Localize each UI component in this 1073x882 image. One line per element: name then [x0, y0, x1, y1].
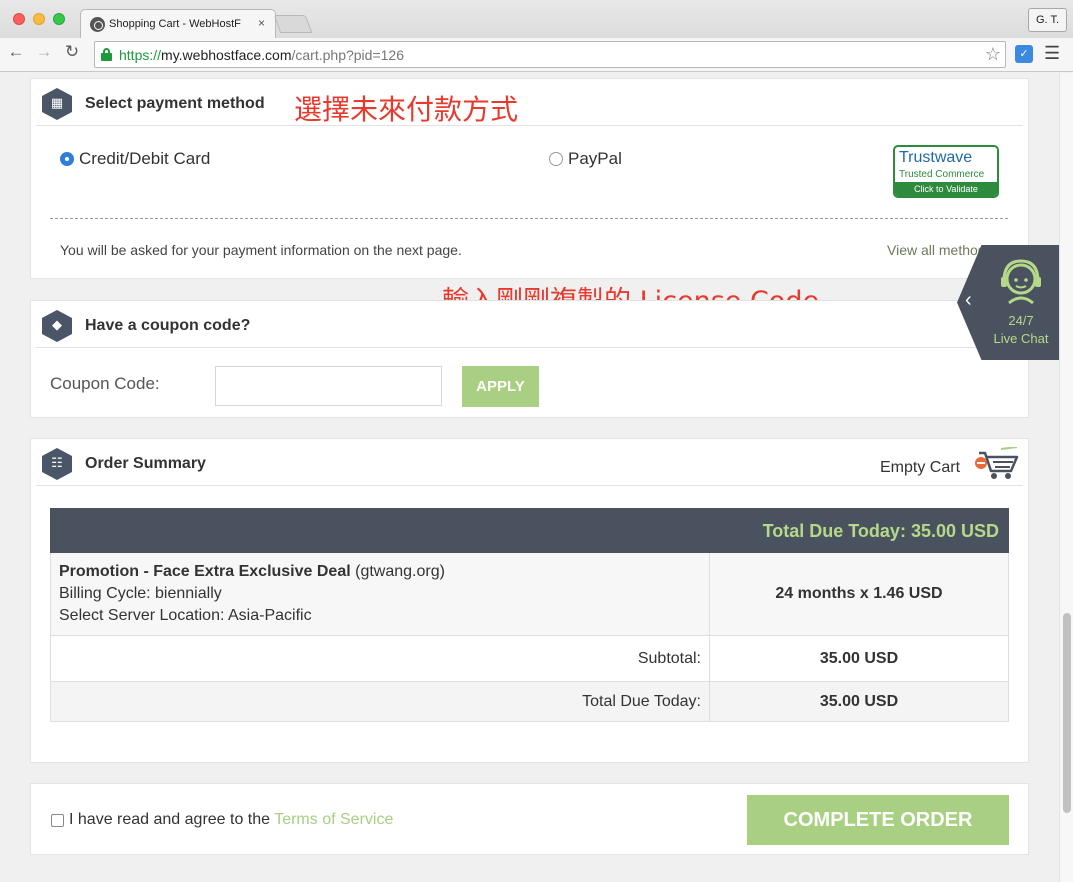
scrollbar-thumb[interactable]	[1063, 613, 1071, 813]
tos-text: I have read and agree to the Terms of Se…	[69, 811, 394, 828]
trustwave-badge[interactable]: Trustwave Trusted Commerce Click to Vali…	[893, 145, 999, 198]
empty-cart-link[interactable]: Empty Cart	[880, 459, 960, 477]
trustwave-subtitle: Trusted Commerce	[899, 169, 985, 180]
page-scrollbar[interactable]	[1059, 73, 1073, 882]
back-icon[interactable]: ←	[6, 42, 26, 62]
lock-icon	[101, 48, 112, 61]
view-all-methods-link[interactable]: View all method	[887, 242, 986, 258]
complete-order-button[interactable]: COMPLETE ORDER	[747, 795, 1009, 845]
tab-close-icon[interactable]: ×	[258, 16, 265, 30]
minimize-window-button[interactable]	[33, 13, 45, 25]
item-billing-cycle: Billing Cycle: biennially	[59, 585, 222, 602]
order-summary-header: ☷ Order Summary Empty Cart	[36, 439, 1023, 486]
live-chat-label: Live Chat	[993, 331, 1049, 346]
url-text[interactable]: https://my.webhostface.com/cart.php?pid=…	[119, 47, 404, 63]
payment-note: You will be asked for your payment infor…	[60, 242, 462, 258]
new-tab-button[interactable]	[273, 15, 313, 33]
table-row: Total Due Today: 35.00 USD	[50, 682, 1009, 722]
tos-link[interactable]: Terms of Service	[274, 811, 393, 828]
cart-hex-icon: ☷	[42, 448, 72, 480]
item-description-cell: Promotion - Face Extra Exclusive Deal (g…	[51, 553, 710, 635]
total-due-label: Total Due Today:	[582, 693, 701, 710]
credit-card-label[interactable]: Credit/Debit Card	[79, 149, 210, 169]
empty-cart-icon[interactable]	[971, 447, 1019, 481]
complete-order-panel: I have read and agree to the Terms of Se…	[30, 783, 1029, 855]
payment-method-header: ▦ Select payment method 選擇未來付款方式	[36, 79, 1023, 126]
extension-icon[interactable]: ✓	[1015, 45, 1033, 63]
coupon-panel: ◆ Have a coupon code? Coupon Code: APPLY	[30, 300, 1029, 418]
table-row: Subtotal: 35.00 USD	[50, 636, 1009, 682]
table-row: Promotion - Face Extra Exclusive Deal (g…	[50, 553, 1009, 636]
item-server-location: Select Server Location: Asia-Pacific	[59, 607, 312, 624]
apply-coupon-button[interactable]: APPLY	[462, 366, 539, 407]
order-summary-title: Order Summary	[85, 455, 206, 472]
divider	[50, 218, 1008, 219]
reload-icon[interactable]: ↻	[62, 42, 82, 62]
item-price: 24 months x 1.46 USD	[775, 585, 943, 602]
maximize-window-button[interactable]	[53, 13, 65, 25]
item-price-cell: 24 months x 1.46 USD	[710, 553, 1008, 635]
address-bar[interactable]: https://my.webhostface.com/cart.php?pid=…	[94, 41, 1006, 68]
total-due-header: Total Due Today: 35.00 USD	[50, 508, 1009, 553]
site-favicon-icon	[90, 17, 105, 32]
total-due-header-text: Total Due Today: 35.00 USD	[762, 521, 999, 541]
subtotal-value: 35.00 USD	[819, 650, 899, 667]
menu-icon[interactable]: ☰	[1044, 43, 1060, 64]
payment-hex-icon: ▦	[42, 88, 72, 120]
payment-method-title: Select payment method	[85, 95, 265, 112]
tab-title: Shopping Cart - WebHostF	[109, 18, 241, 30]
coupon-code-input[interactable]	[215, 366, 442, 406]
live-chat-hours: 24/7	[1008, 313, 1034, 328]
paypal-label[interactable]: PayPal	[568, 149, 622, 169]
paypal-radio[interactable]	[549, 152, 563, 166]
coupon-header: ◆ Have a coupon code?	[36, 301, 1023, 348]
coupon-tag-icon: ◆	[42, 310, 72, 342]
credit-card-radio[interactable]	[60, 152, 74, 166]
browser-toolbar: ← → ↻ https://my.webhostface.com/cart.ph…	[0, 38, 1073, 72]
annotation-payment: 選擇未來付款方式	[294, 93, 519, 126]
profile-button[interactable]: G. T.	[1028, 8, 1067, 32]
star-icon[interactable]: ☆	[985, 44, 1001, 65]
coupon-code-label: Coupon Code:	[50, 374, 160, 393]
chevron-left-icon: ‹	[965, 289, 972, 311]
page-viewport: ▦ Select payment method 選擇未來付款方式 Credit/…	[0, 73, 1059, 882]
tos-checkbox[interactable]	[51, 814, 64, 827]
trustwave-validate: Click to Validate	[895, 182, 997, 196]
item-name: Promotion - Face Extra Exclusive Deal (g…	[59, 563, 445, 580]
browser-titlebar: Shopping Cart - WebHostF × G. T.	[0, 0, 1073, 38]
trustwave-name: Trustwave	[899, 149, 973, 166]
order-summary-panel: ☷ Order Summary Empty Cart Total Due Tod…	[30, 438, 1029, 763]
browser-tab[interactable]: Shopping Cart - WebHostF ×	[80, 9, 276, 38]
support-agent-icon	[1001, 259, 1041, 305]
total-due-value: 35.00 USD	[819, 693, 899, 710]
order-summary-table: Total Due Today: 35.00 USD Promotion - F…	[50, 508, 1009, 722]
subtotal-label: Subtotal:	[637, 650, 701, 667]
close-window-button[interactable]	[13, 13, 25, 25]
payment-method-panel: ▦ Select payment method 選擇未來付款方式 Credit/…	[30, 78, 1029, 279]
forward-icon[interactable]: →	[34, 42, 54, 62]
coupon-title: Have a coupon code?	[85, 317, 251, 334]
